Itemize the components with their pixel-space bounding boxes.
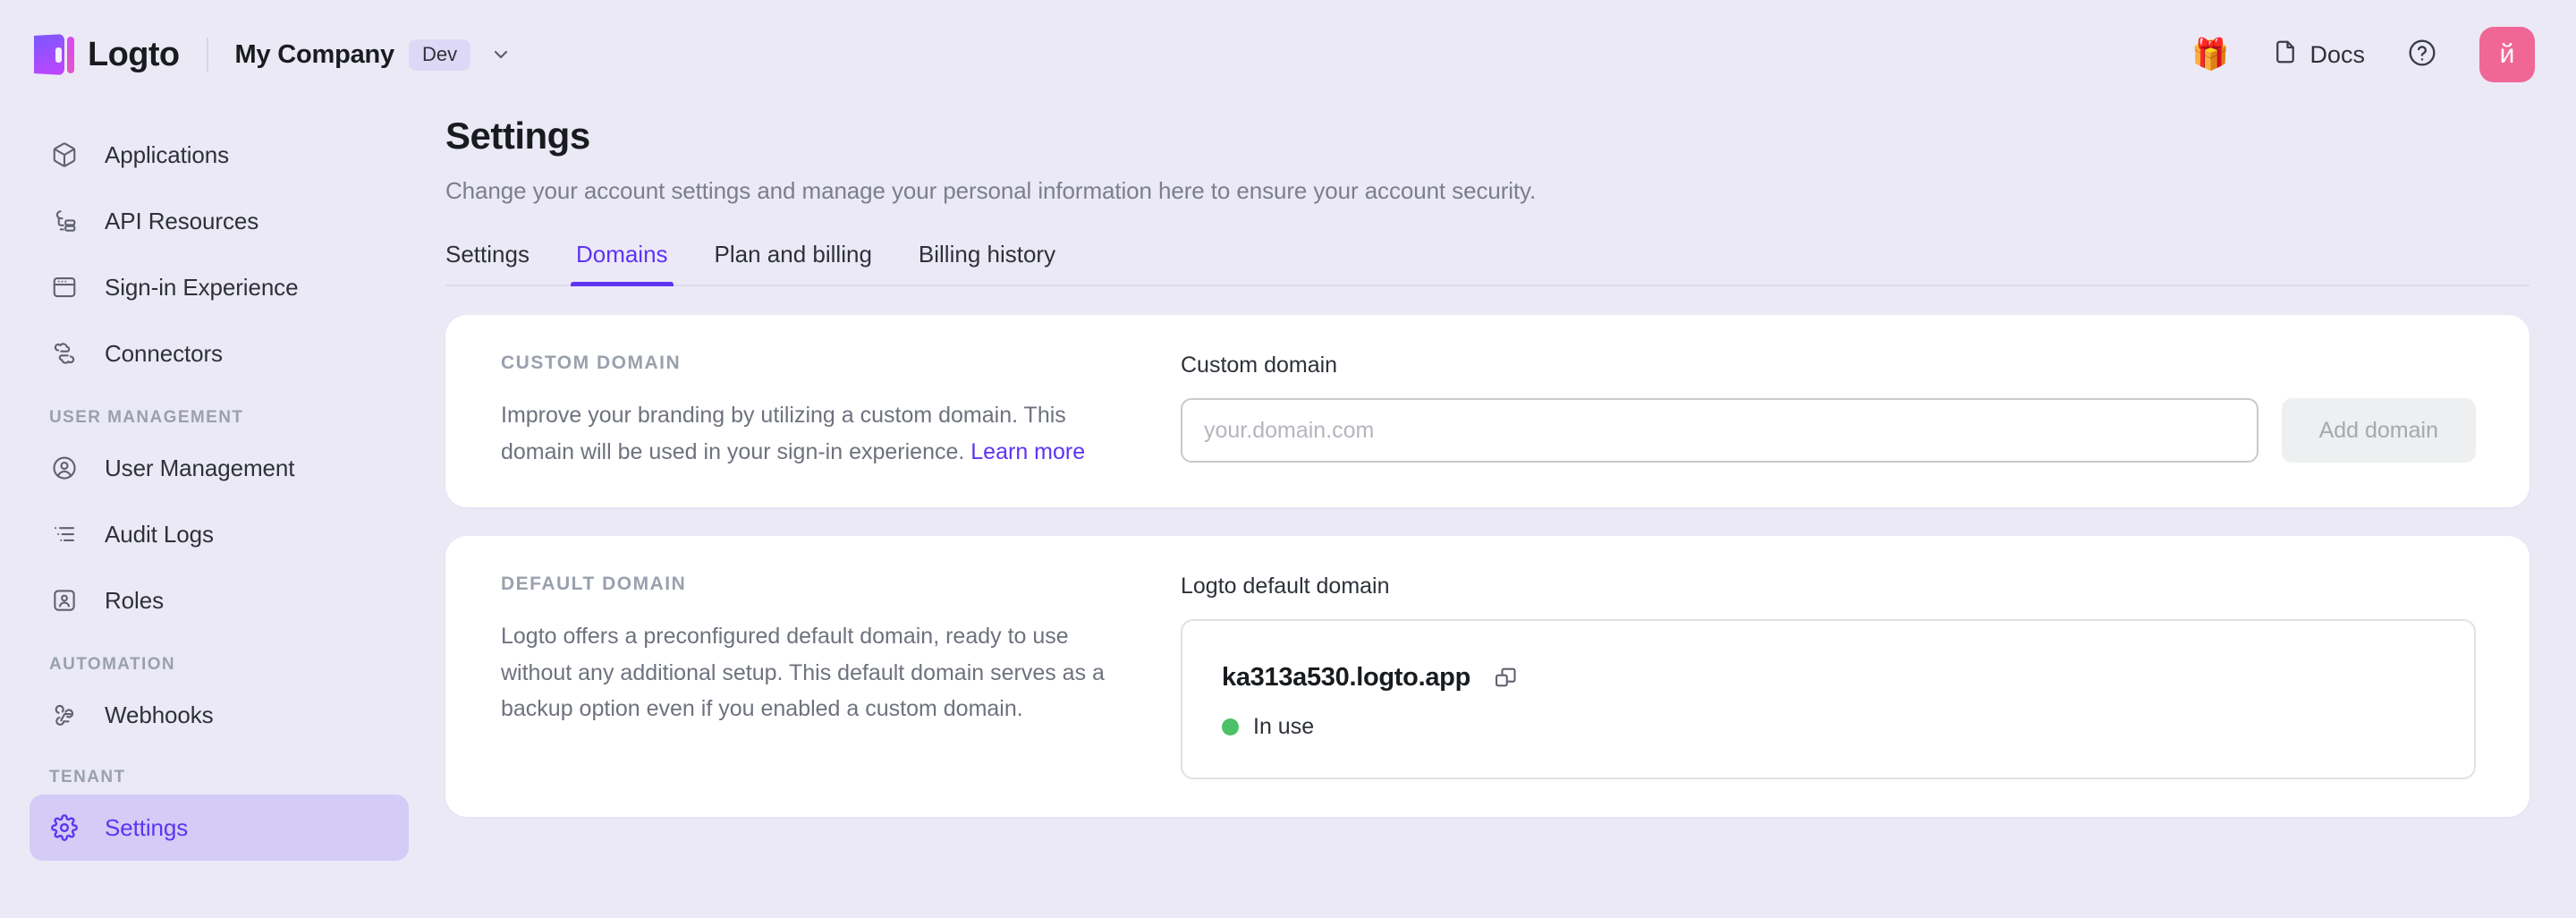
default-domain-value: ka313a530.logto.app bbox=[1222, 663, 1470, 693]
main-content: Settings Change your account settings an… bbox=[438, 109, 2576, 918]
sidebar-item-user-management[interactable]: User Management bbox=[30, 435, 409, 501]
sidebar-item-label: Webhooks bbox=[105, 701, 214, 729]
default-domain-card-info: DEFAULT DOMAIN Logto offers a preconfigu… bbox=[501, 574, 1127, 779]
sidebar-item-label: API Resources bbox=[105, 208, 258, 235]
help-circle-icon[interactable] bbox=[2408, 38, 2436, 72]
tab-settings[interactable]: Settings bbox=[445, 241, 553, 285]
status-dot-icon bbox=[1222, 718, 1239, 735]
sidebar-item-label: Roles bbox=[105, 587, 164, 615]
sidebar-section-title-tenant: TENANT bbox=[30, 768, 409, 787]
sidebar-item-webhooks[interactable]: Webhooks bbox=[30, 682, 409, 748]
default-domain-description: Logto offers a preconfigured default dom… bbox=[501, 618, 1127, 727]
sidebar-section-title-user-management: USER MANAGEMENT bbox=[30, 408, 409, 428]
role-badge-icon bbox=[49, 585, 80, 616]
webhook-icon bbox=[49, 700, 80, 730]
sidebar-item-label: Sign-in Experience bbox=[105, 274, 298, 302]
tab-billing-history[interactable]: Billing history bbox=[895, 241, 1079, 285]
sidebar-item-audit-logs[interactable]: Audit Logs bbox=[30, 501, 409, 567]
custom-domain-card: CUSTOM DOMAIN Improve your branding by u… bbox=[445, 315, 2529, 507]
sidebar-item-label: User Management bbox=[105, 455, 294, 482]
default-domain-card-form: Logto default domain ka313a530.logto.app… bbox=[1181, 574, 2476, 779]
default-domain-eyebrow: DEFAULT DOMAIN bbox=[501, 574, 1127, 595]
sidebar-item-label: Connectors bbox=[105, 340, 223, 368]
user-avatar[interactable]: й bbox=[2479, 27, 2535, 82]
default-domain-row: ka313a530.logto.app bbox=[1222, 662, 2435, 693]
tab-plan-and-billing[interactable]: Plan and billing bbox=[691, 241, 895, 285]
custom-domain-card-info: CUSTOM DOMAIN Improve your branding by u… bbox=[501, 353, 1127, 470]
custom-domain-card-form: Custom domain Add domain bbox=[1181, 353, 2476, 470]
tab-domains[interactable]: Domains bbox=[553, 241, 691, 285]
default-domain-status: In use bbox=[1222, 714, 2435, 740]
brand-name: Logto bbox=[88, 36, 180, 74]
sidebar-section-title-automation: AUTOMATION bbox=[30, 655, 409, 675]
custom-domain-input[interactable] bbox=[1181, 398, 2258, 463]
sidebar-item-settings[interactable]: Settings bbox=[30, 795, 409, 861]
sidebar-nav: Applications API Resources Sign-in Exper… bbox=[0, 109, 438, 918]
custom-domain-field-label: Custom domain bbox=[1181, 353, 2476, 378]
chevron-down-icon bbox=[490, 44, 512, 65]
sidebar-item-roles[interactable]: Roles bbox=[30, 567, 409, 633]
gift-icon[interactable]: 🎁 bbox=[2191, 39, 2229, 70]
add-domain-button[interactable]: Add domain bbox=[2282, 398, 2476, 463]
header-actions: 🎁 Docs й bbox=[2191, 27, 2535, 82]
custom-domain-field-row: Add domain bbox=[1181, 398, 2476, 463]
tenant-name: My Company bbox=[235, 40, 394, 70]
sidebar-item-label: Settings bbox=[105, 814, 188, 842]
logto-logo-icon bbox=[34, 34, 75, 75]
copy-icon[interactable] bbox=[1490, 662, 1521, 693]
api-resource-icon bbox=[49, 206, 80, 236]
cube-icon bbox=[49, 140, 80, 170]
page-subtitle: Change your account settings and manage … bbox=[445, 177, 2529, 205]
settings-tabs: Settings Domains Plan and billing Billin… bbox=[445, 241, 2529, 286]
document-icon bbox=[2272, 38, 2299, 72]
gear-icon bbox=[49, 812, 80, 843]
page-title: Settings bbox=[445, 115, 2529, 157]
custom-domain-eyebrow: CUSTOM DOMAIN bbox=[501, 353, 1127, 374]
sidebar-item-connectors[interactable]: Connectors bbox=[30, 320, 409, 387]
top-header-bar: Logto My Company Dev 🎁 Docs й bbox=[0, 0, 2576, 109]
header-divider bbox=[207, 38, 208, 72]
tenant-switcher[interactable]: My Company Dev bbox=[235, 39, 513, 71]
sidebar-item-sign-in-experience[interactable]: Sign-in Experience bbox=[30, 254, 409, 320]
sidebar-item-api-resources[interactable]: API Resources bbox=[30, 188, 409, 254]
sidebar-item-label: Audit Logs bbox=[105, 521, 214, 548]
tenant-env-badge: Dev bbox=[409, 39, 470, 71]
default-domain-box: ka313a530.logto.app In use bbox=[1181, 619, 2476, 779]
learn-more-link[interactable]: Learn more bbox=[970, 439, 1085, 464]
default-domain-card: DEFAULT DOMAIN Logto offers a preconfigu… bbox=[445, 536, 2529, 817]
list-icon bbox=[49, 519, 80, 549]
docs-label: Docs bbox=[2309, 41, 2365, 69]
brand-logo[interactable]: Logto bbox=[34, 34, 180, 75]
sidebar-item-applications[interactable]: Applications bbox=[30, 122, 409, 188]
default-domain-field-label: Logto default domain bbox=[1181, 574, 2476, 599]
user-circle-icon bbox=[49, 453, 80, 483]
connectors-icon bbox=[49, 338, 80, 369]
sidebar-item-label: Applications bbox=[105, 141, 229, 169]
status-badge: In use bbox=[1253, 714, 1314, 740]
custom-domain-description: Improve your branding by utilizing a cus… bbox=[501, 397, 1127, 470]
docs-link[interactable]: Docs bbox=[2272, 38, 2365, 72]
browser-window-icon bbox=[49, 272, 80, 302]
